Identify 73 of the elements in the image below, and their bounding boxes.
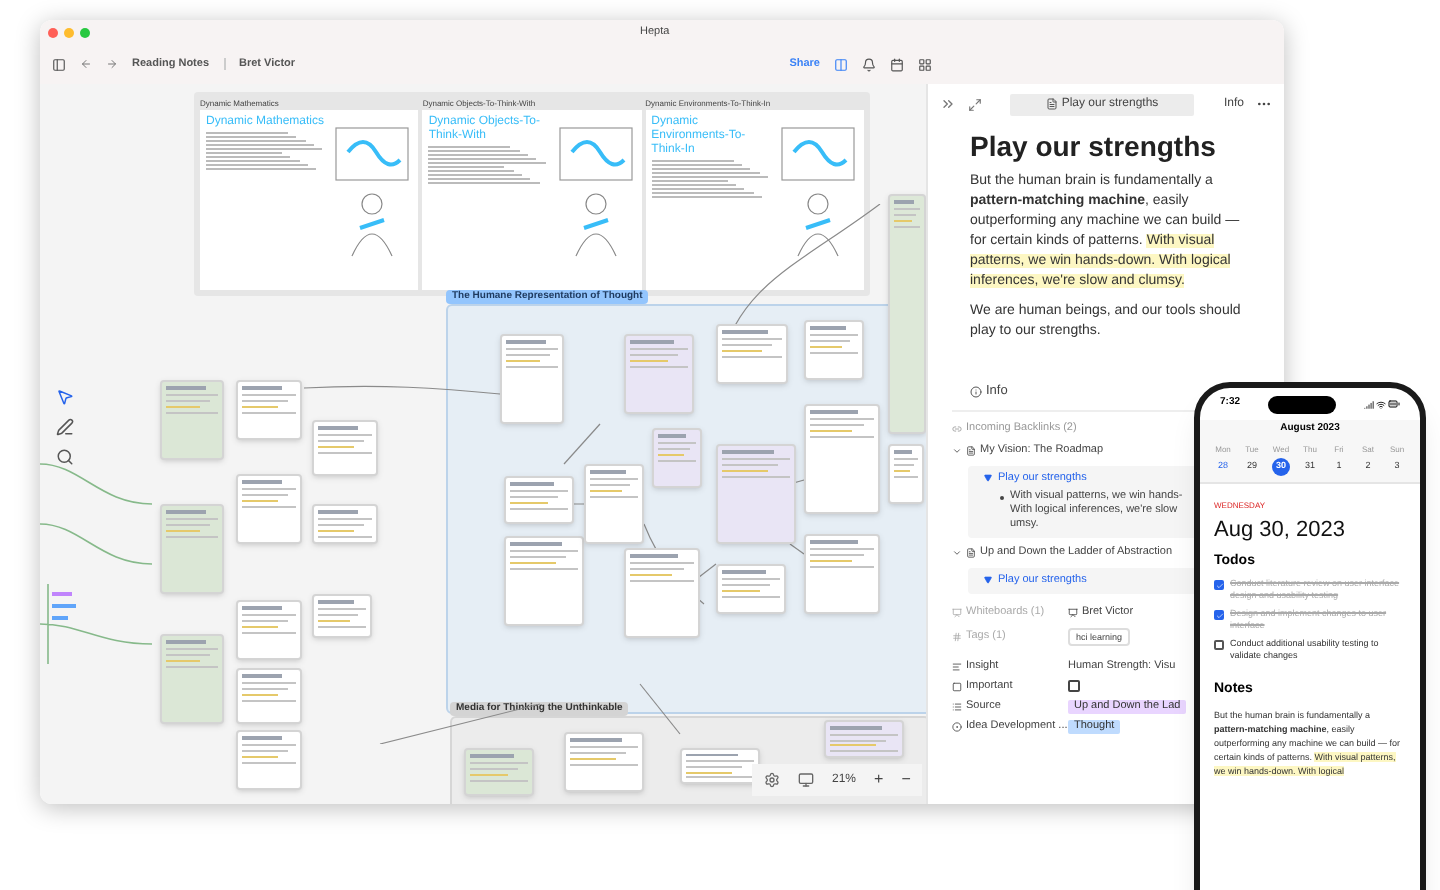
note-card[interactable] bbox=[236, 668, 302, 724]
note-card[interactable] bbox=[804, 404, 880, 514]
note-card[interactable] bbox=[716, 564, 786, 614]
battery-icon bbox=[1387, 398, 1400, 410]
note-card[interactable] bbox=[824, 720, 904, 758]
note-card[interactable] bbox=[464, 748, 534, 796]
note-card[interactable] bbox=[504, 536, 584, 626]
note-title: Play our strengths bbox=[970, 130, 1218, 162]
property-icon bbox=[952, 721, 962, 732]
whiteboard-icon bbox=[952, 607, 962, 618]
triangle-icon[interactable] bbox=[984, 474, 992, 483]
property-icon bbox=[952, 681, 962, 692]
info-icon bbox=[970, 385, 982, 398]
connector-line bbox=[789, 543, 805, 555]
link-icon bbox=[952, 423, 962, 434]
note-card[interactable] bbox=[236, 474, 302, 544]
search-icon[interactable] bbox=[56, 448, 74, 466]
note-card[interactable] bbox=[160, 634, 224, 724]
note-card[interactable] bbox=[160, 380, 224, 460]
calendar-icon[interactable] bbox=[890, 57, 904, 71]
wifi-icon bbox=[1375, 399, 1386, 409]
note-card[interactable] bbox=[500, 334, 564, 424]
property-icon bbox=[952, 701, 962, 712]
document-icon bbox=[1045, 98, 1058, 110]
dynamic-island bbox=[1268, 395, 1336, 413]
note-card[interactable] bbox=[312, 504, 378, 544]
document-icon bbox=[966, 445, 976, 456]
note-card[interactable] bbox=[716, 324, 788, 384]
note-card[interactable] bbox=[888, 444, 924, 504]
note-card[interactable] bbox=[160, 504, 224, 594]
note-card[interactable] bbox=[564, 732, 644, 792]
connector-line bbox=[563, 423, 601, 465]
document-icon bbox=[966, 547, 976, 558]
note-card[interactable] bbox=[236, 600, 302, 660]
todo-checkbox[interactable] bbox=[1214, 640, 1224, 650]
note-card[interactable] bbox=[804, 320, 864, 380]
forward-icon[interactable] bbox=[106, 58, 118, 70]
checkbox[interactable] bbox=[1068, 680, 1080, 693]
split-view-icon[interactable] bbox=[834, 57, 848, 71]
chevron-icon[interactable] bbox=[952, 547, 962, 558]
signal-icon bbox=[1363, 399, 1374, 409]
zoom-in-button[interactable]: + bbox=[874, 772, 884, 788]
note-card[interactable] bbox=[624, 334, 694, 414]
collapse-icon[interactable] bbox=[940, 96, 956, 112]
pointer-icon[interactable] bbox=[56, 388, 74, 406]
bell-icon[interactable] bbox=[862, 57, 876, 71]
expand-icon[interactable] bbox=[968, 97, 982, 111]
pen-icon[interactable] bbox=[56, 418, 74, 436]
date-heading: Aug 30, 2023 bbox=[1214, 515, 1347, 543]
note-card[interactable] bbox=[312, 420, 378, 476]
note-card[interactable] bbox=[236, 380, 302, 440]
note-card[interactable] bbox=[236, 730, 302, 790]
whiteboard-icon bbox=[1068, 607, 1078, 618]
property-icon bbox=[952, 661, 962, 672]
chevron-icon[interactable] bbox=[952, 445, 962, 456]
note-card[interactable] bbox=[584, 464, 644, 544]
note-card[interactable] bbox=[680, 748, 760, 784]
triangle-icon[interactable] bbox=[984, 576, 992, 585]
settings-icon[interactable] bbox=[764, 772, 780, 788]
grid-icon[interactable] bbox=[918, 57, 932, 71]
tag-icon bbox=[952, 631, 962, 642]
sidebar-icon[interactable] bbox=[52, 57, 66, 71]
back-icon[interactable] bbox=[80, 58, 92, 70]
note-card[interactable] bbox=[312, 594, 372, 638]
monitor-icon[interactable] bbox=[798, 772, 814, 788]
connector-line bbox=[639, 683, 681, 735]
note-card[interactable] bbox=[804, 534, 880, 614]
note-card[interactable] bbox=[888, 194, 926, 434]
note-card[interactable] bbox=[624, 548, 700, 638]
note-card[interactable] bbox=[652, 428, 702, 488]
note-card[interactable] bbox=[716, 444, 796, 544]
note-card[interactable] bbox=[504, 476, 574, 524]
zoom-out-button[interactable]: − bbox=[901, 772, 911, 788]
